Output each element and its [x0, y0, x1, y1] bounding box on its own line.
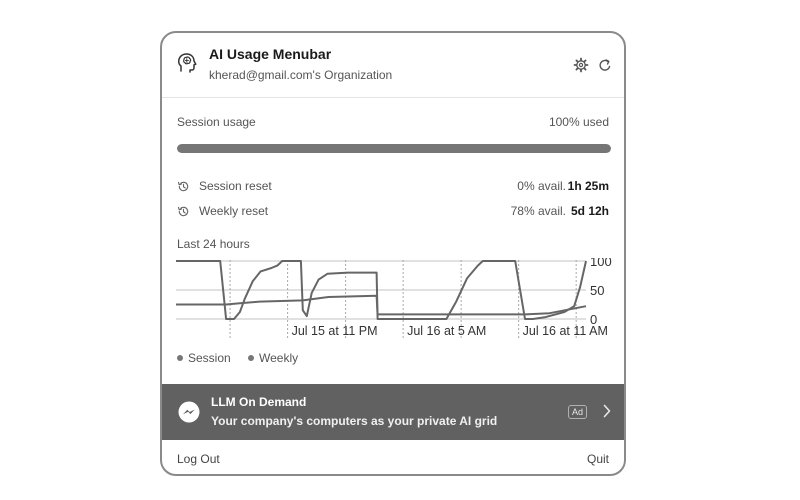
- legend-weekly-label: Weekly: [259, 351, 299, 365]
- y-tick-label: 100: [590, 258, 612, 269]
- quit-button[interactable]: Quit: [587, 452, 609, 466]
- weekly-reset-label: Weekly reset: [199, 204, 269, 218]
- ad-banner[interactable]: LLM On Demand Your company's computers a…: [162, 384, 624, 440]
- legend-session-label: Session: [188, 351, 231, 365]
- ad-badge: Ad: [568, 405, 588, 419]
- session-usage-percent: 100% used: [548, 115, 609, 129]
- head-brain-icon: [177, 53, 197, 73]
- legend-weekly-marker: [248, 355, 254, 361]
- log-out-button[interactable]: Log Out: [177, 452, 220, 466]
- chevron-right-icon[interactable]: [603, 404, 611, 418]
- x-tick-label: Jul 16 at 5 AM: [407, 324, 486, 338]
- legend-session: Session: [177, 351, 231, 365]
- x-tick-label: Jul 15 at 11 PM: [292, 324, 378, 338]
- ad-text: Your company's computers as your private…: [211, 414, 498, 428]
- chart-title: Last 24 hours: [177, 237, 250, 251]
- menubar-panel: AI Usage Menubar kherad@gmail.com's Orga…: [160, 31, 626, 476]
- gear-icon[interactable]: [573, 57, 589, 73]
- refresh-icon[interactable]: [597, 57, 613, 73]
- x-tick-label: Jul 16 at 11 AM: [523, 324, 608, 338]
- app-title: AI Usage Menubar: [209, 46, 332, 62]
- organization-label: kherad@gmail.com's Organization: [209, 68, 393, 82]
- history-icon: [177, 206, 189, 217]
- session-usage-bar: [177, 144, 611, 153]
- y-tick-label: 50: [590, 283, 604, 298]
- session-usage-label: Session usage: [177, 115, 256, 129]
- session-reset-time: 1h 25m: [567, 179, 609, 193]
- weekly-reset-avail: 78% avail.: [510, 204, 566, 218]
- history-icon: [177, 181, 189, 192]
- usage-line-chart: 100500Jul 15 at 11 PM Jul 16 at 5 AM Jul 1…: [176, 258, 612, 338]
- session-reset-avail: 0% avail.: [517, 179, 566, 193]
- session-reset-label: Session reset: [199, 179, 272, 193]
- session-usage-bar-fill: [177, 144, 611, 153]
- ad-title: LLM On Demand: [211, 395, 307, 409]
- messenger-icon: [178, 401, 200, 423]
- header: AI Usage Menubar kherad@gmail.com's Orga…: [162, 33, 624, 98]
- legend-session-marker: [177, 355, 183, 361]
- legend-weekly: Weekly: [248, 351, 298, 365]
- weekly-reset-time: 5d 12h: [570, 204, 609, 218]
